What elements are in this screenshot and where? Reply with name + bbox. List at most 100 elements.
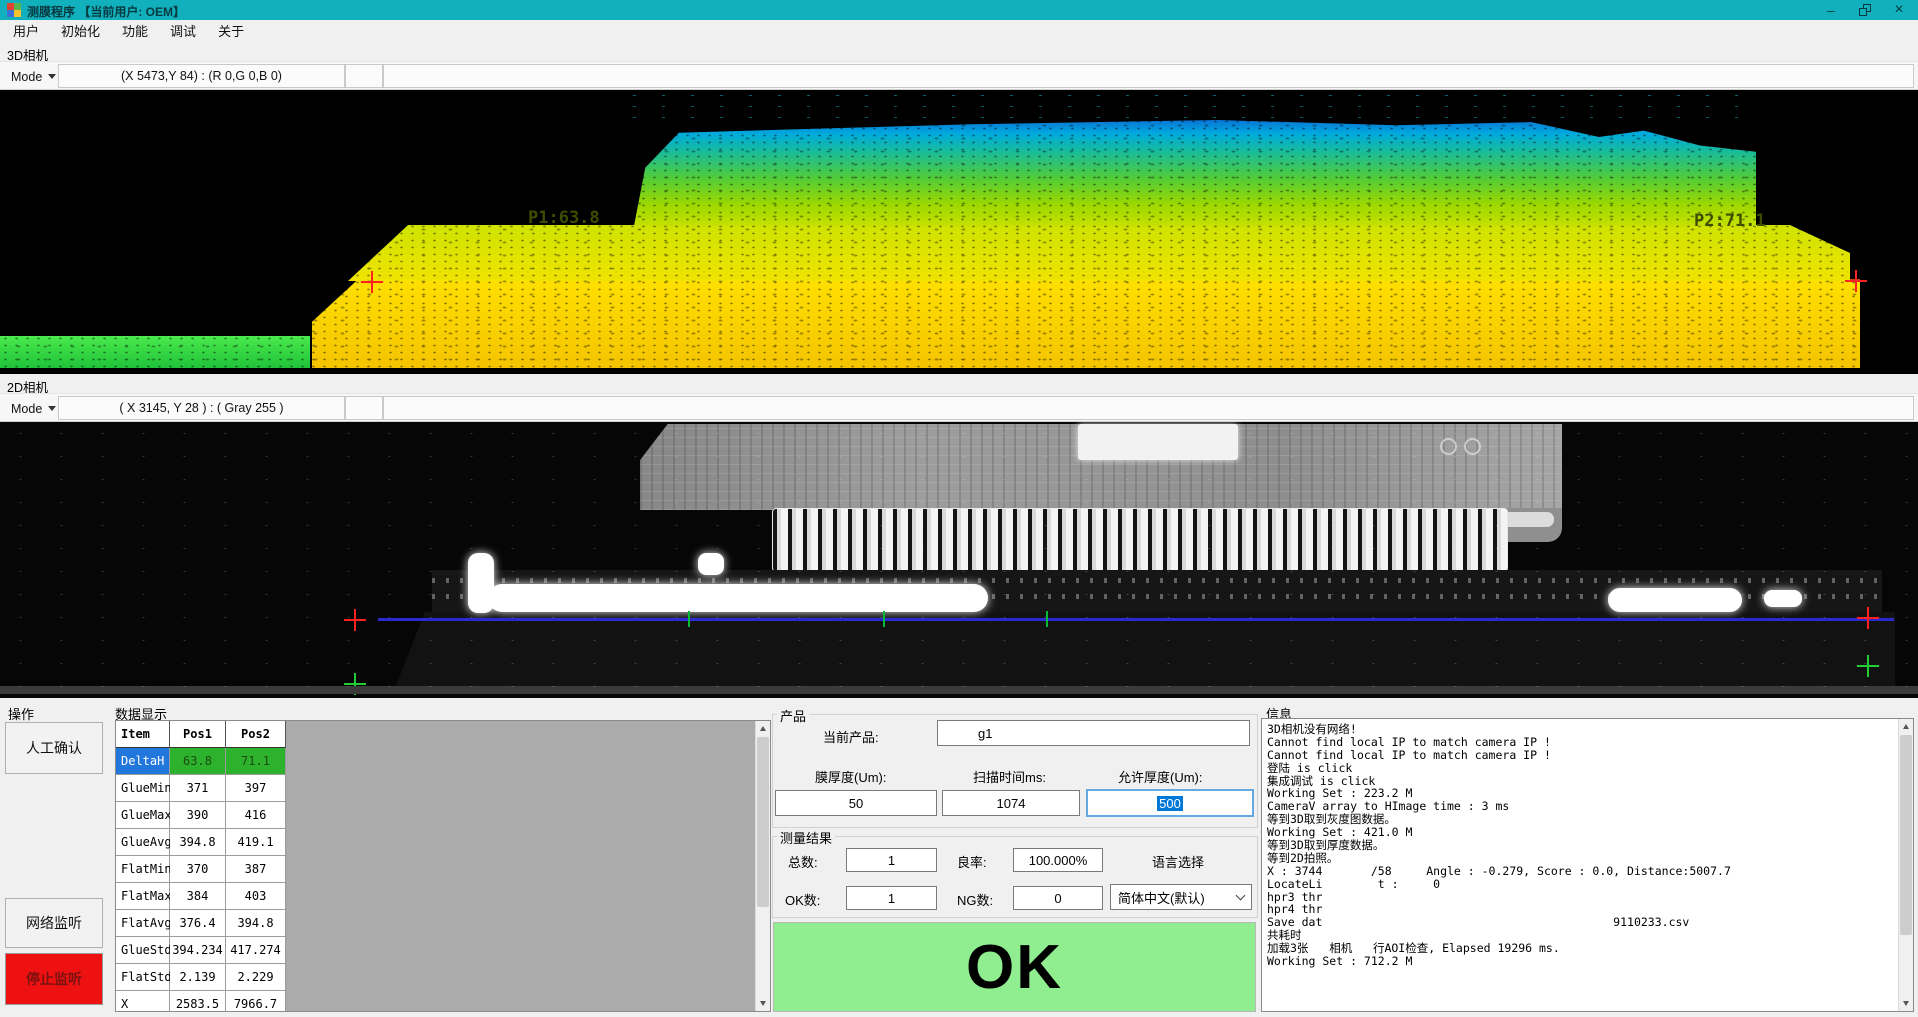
- menu-item-function[interactable]: 功能: [111, 21, 159, 43]
- table-row[interactable]: GlueMin 371 397: [116, 775, 770, 802]
- cell-item: DeltaH: [116, 748, 170, 775]
- scroll-down-icon[interactable]: [1899, 996, 1913, 1011]
- column-header[interactable]: Pos2: [226, 721, 286, 748]
- cell-pos1: 2.139: [170, 964, 226, 991]
- network-listen-button[interactable]: 网络监听: [5, 898, 103, 948]
- cell-pos1: 2583.5: [170, 991, 226, 1012]
- log-scrollbar[interactable]: [1898, 719, 1913, 1011]
- info-log-box: 3D相机没有网络! Cannot find local IP to match …: [1261, 718, 1914, 1012]
- minimize-button[interactable]: –: [1814, 0, 1848, 20]
- column-header[interactable]: Pos1: [170, 721, 226, 748]
- table-header-row: Item Pos1 Pos2: [116, 721, 770, 748]
- language-dropdown[interactable]: 简体中文(默认): [1110, 884, 1252, 910]
- status-result-panel: OK: [773, 922, 1256, 1012]
- scan-time-label: 扫描时间ms:: [973, 767, 1046, 786]
- pcb-highlight: [1078, 424, 1238, 460]
- cell-pos1: 394.234: [170, 937, 226, 964]
- table-row[interactable]: X 2583.5 7966.7: [116, 991, 770, 1012]
- cell-pos2: 387: [226, 856, 286, 883]
- cell-pos2: 71.1: [226, 748, 286, 775]
- log-line: 等到3D取到厚度数据。: [1267, 839, 1879, 852]
- scroll-up-icon[interactable]: [1899, 719, 1913, 734]
- film-thickness-input[interactable]: 50: [775, 790, 937, 816]
- menu-item-user[interactable]: 用户: [2, 21, 50, 43]
- manual-confirm-button[interactable]: 人工确认: [5, 722, 103, 774]
- app-icon: [7, 3, 21, 17]
- toolbar-segment-small-2d: [345, 396, 383, 420]
- connector-pins-image: [772, 508, 1508, 572]
- crosshair-icon: [1857, 655, 1879, 677]
- crosshair-icon: [1845, 270, 1867, 292]
- app-window: 测膜程序 【当前用户: OEM】 – × 用户 初始化 功能 调试 关于 3D相…: [0, 0, 1918, 1017]
- scrollbar-thumb[interactable]: [757, 737, 769, 907]
- close-button[interactable]: ×: [1882, 0, 1916, 20]
- cell-pos2: 417.274: [226, 937, 286, 964]
- cell-pos2: 394.8: [226, 910, 286, 937]
- table-row[interactable]: FlatMin 370 387: [116, 856, 770, 883]
- scroll-down-icon[interactable]: [756, 996, 770, 1011]
- total-input[interactable]: 1: [846, 848, 937, 872]
- glue-blob: [1608, 588, 1742, 612]
- view-2d-camera[interactable]: [0, 422, 1918, 698]
- scan-time-input[interactable]: 1074: [942, 790, 1080, 816]
- heightmap-top-mound: [634, 120, 1756, 226]
- ok-count-input[interactable]: 1: [846, 886, 937, 910]
- total-label: 总数:: [788, 852, 818, 871]
- allowed-thickness-input[interactable]: 500: [1086, 789, 1254, 817]
- cell-pos1: 370: [170, 856, 226, 883]
- table-row[interactable]: DeltaH 63.8 71.1: [116, 748, 770, 775]
- cell-pos2: 7966.7: [226, 991, 286, 1012]
- view-3d-heightmap[interactable]: P1:63.8 P2:71.1: [0, 90, 1918, 374]
- camera2d-toolbar: Mode ( X 3145, Y 28 ) : ( Gray 255 ): [0, 393, 1918, 422]
- film-thickness-label: 膜厚度(Um):: [815, 767, 887, 786]
- table-row[interactable]: FlatMax 384 403: [116, 883, 770, 910]
- cell-pos1: 371: [170, 775, 226, 802]
- mode-dropdown-2d[interactable]: Mode: [4, 398, 63, 419]
- title-bar: 测膜程序 【当前用户: OEM】 – ×: [0, 0, 1918, 20]
- menu-item-init[interactable]: 初始化: [50, 21, 111, 43]
- chevron-down-icon: [48, 406, 56, 411]
- toolbar-segment-wide-3d: [383, 64, 1914, 88]
- column-header[interactable]: Item: [116, 721, 170, 748]
- toolbar-segment-wide-2d: [383, 396, 1914, 420]
- mode-label-2d: Mode: [11, 402, 42, 416]
- measure-tick: [688, 611, 690, 627]
- ng-count-input[interactable]: 0: [1013, 886, 1103, 910]
- log-line: 等到2D拍照。: [1267, 852, 1879, 865]
- measure-line: [378, 618, 1894, 621]
- menu-item-about[interactable]: 关于: [207, 21, 255, 43]
- cell-pos2: 2.229: [226, 964, 286, 991]
- cell-pos1: 384: [170, 883, 226, 910]
- scrollbar-thumb[interactable]: [1900, 735, 1912, 935]
- cell-pos1: 390: [170, 802, 226, 829]
- log-line: Save dat 9110233.csv: [1267, 916, 1879, 929]
- scroll-up-icon[interactable]: [756, 721, 770, 736]
- table-row[interactable]: FlatAvg 376.4 394.8: [116, 910, 770, 937]
- coords-display-3d: (X 5473,Y 84) : (R 0,G 0,B 0): [58, 64, 345, 88]
- tape-perforations: [432, 578, 1882, 583]
- close-icon: ×: [1894, 1, 1903, 19]
- table-row[interactable]: GlueMax 390 416: [116, 802, 770, 829]
- selected-text: 500: [1157, 796, 1183, 811]
- stage-edge: [0, 686, 1918, 694]
- product-section-label: 产品: [777, 706, 809, 725]
- stop-listen-button[interactable]: 停止监听: [5, 953, 103, 1005]
- current-product-input[interactable]: g1: [937, 720, 1250, 746]
- maximize-icon: [1859, 4, 1871, 16]
- table-row[interactable]: GlueStd 394.234 417.274: [116, 937, 770, 964]
- crosshair-icon: [1857, 607, 1879, 629]
- log-lines: 3D相机没有网络! Cannot find local IP to match …: [1267, 723, 1879, 968]
- table-row[interactable]: GlueAvg 394.8 419.1: [116, 829, 770, 856]
- table-row[interactable]: FlatStd 2.139 2.229: [116, 964, 770, 991]
- glue-blob: [488, 584, 988, 612]
- measure-tick: [1046, 611, 1048, 627]
- yield-input[interactable]: 100.000%: [1013, 848, 1103, 872]
- data-table: Item Pos1 Pos2 DeltaH 63.8 71.1 GlueMin …: [115, 720, 771, 1012]
- table-scrollbar[interactable]: [755, 721, 770, 1011]
- log-line: Cannot find local IP to match camera IP …: [1267, 736, 1879, 749]
- maximize-button[interactable]: [1848, 0, 1882, 20]
- mode-dropdown-3d[interactable]: Mode: [4, 66, 63, 87]
- heightmap-left-strip: [0, 336, 310, 368]
- menu-item-debug[interactable]: 调试: [159, 21, 207, 43]
- status-result-text: OK: [966, 932, 1063, 1003]
